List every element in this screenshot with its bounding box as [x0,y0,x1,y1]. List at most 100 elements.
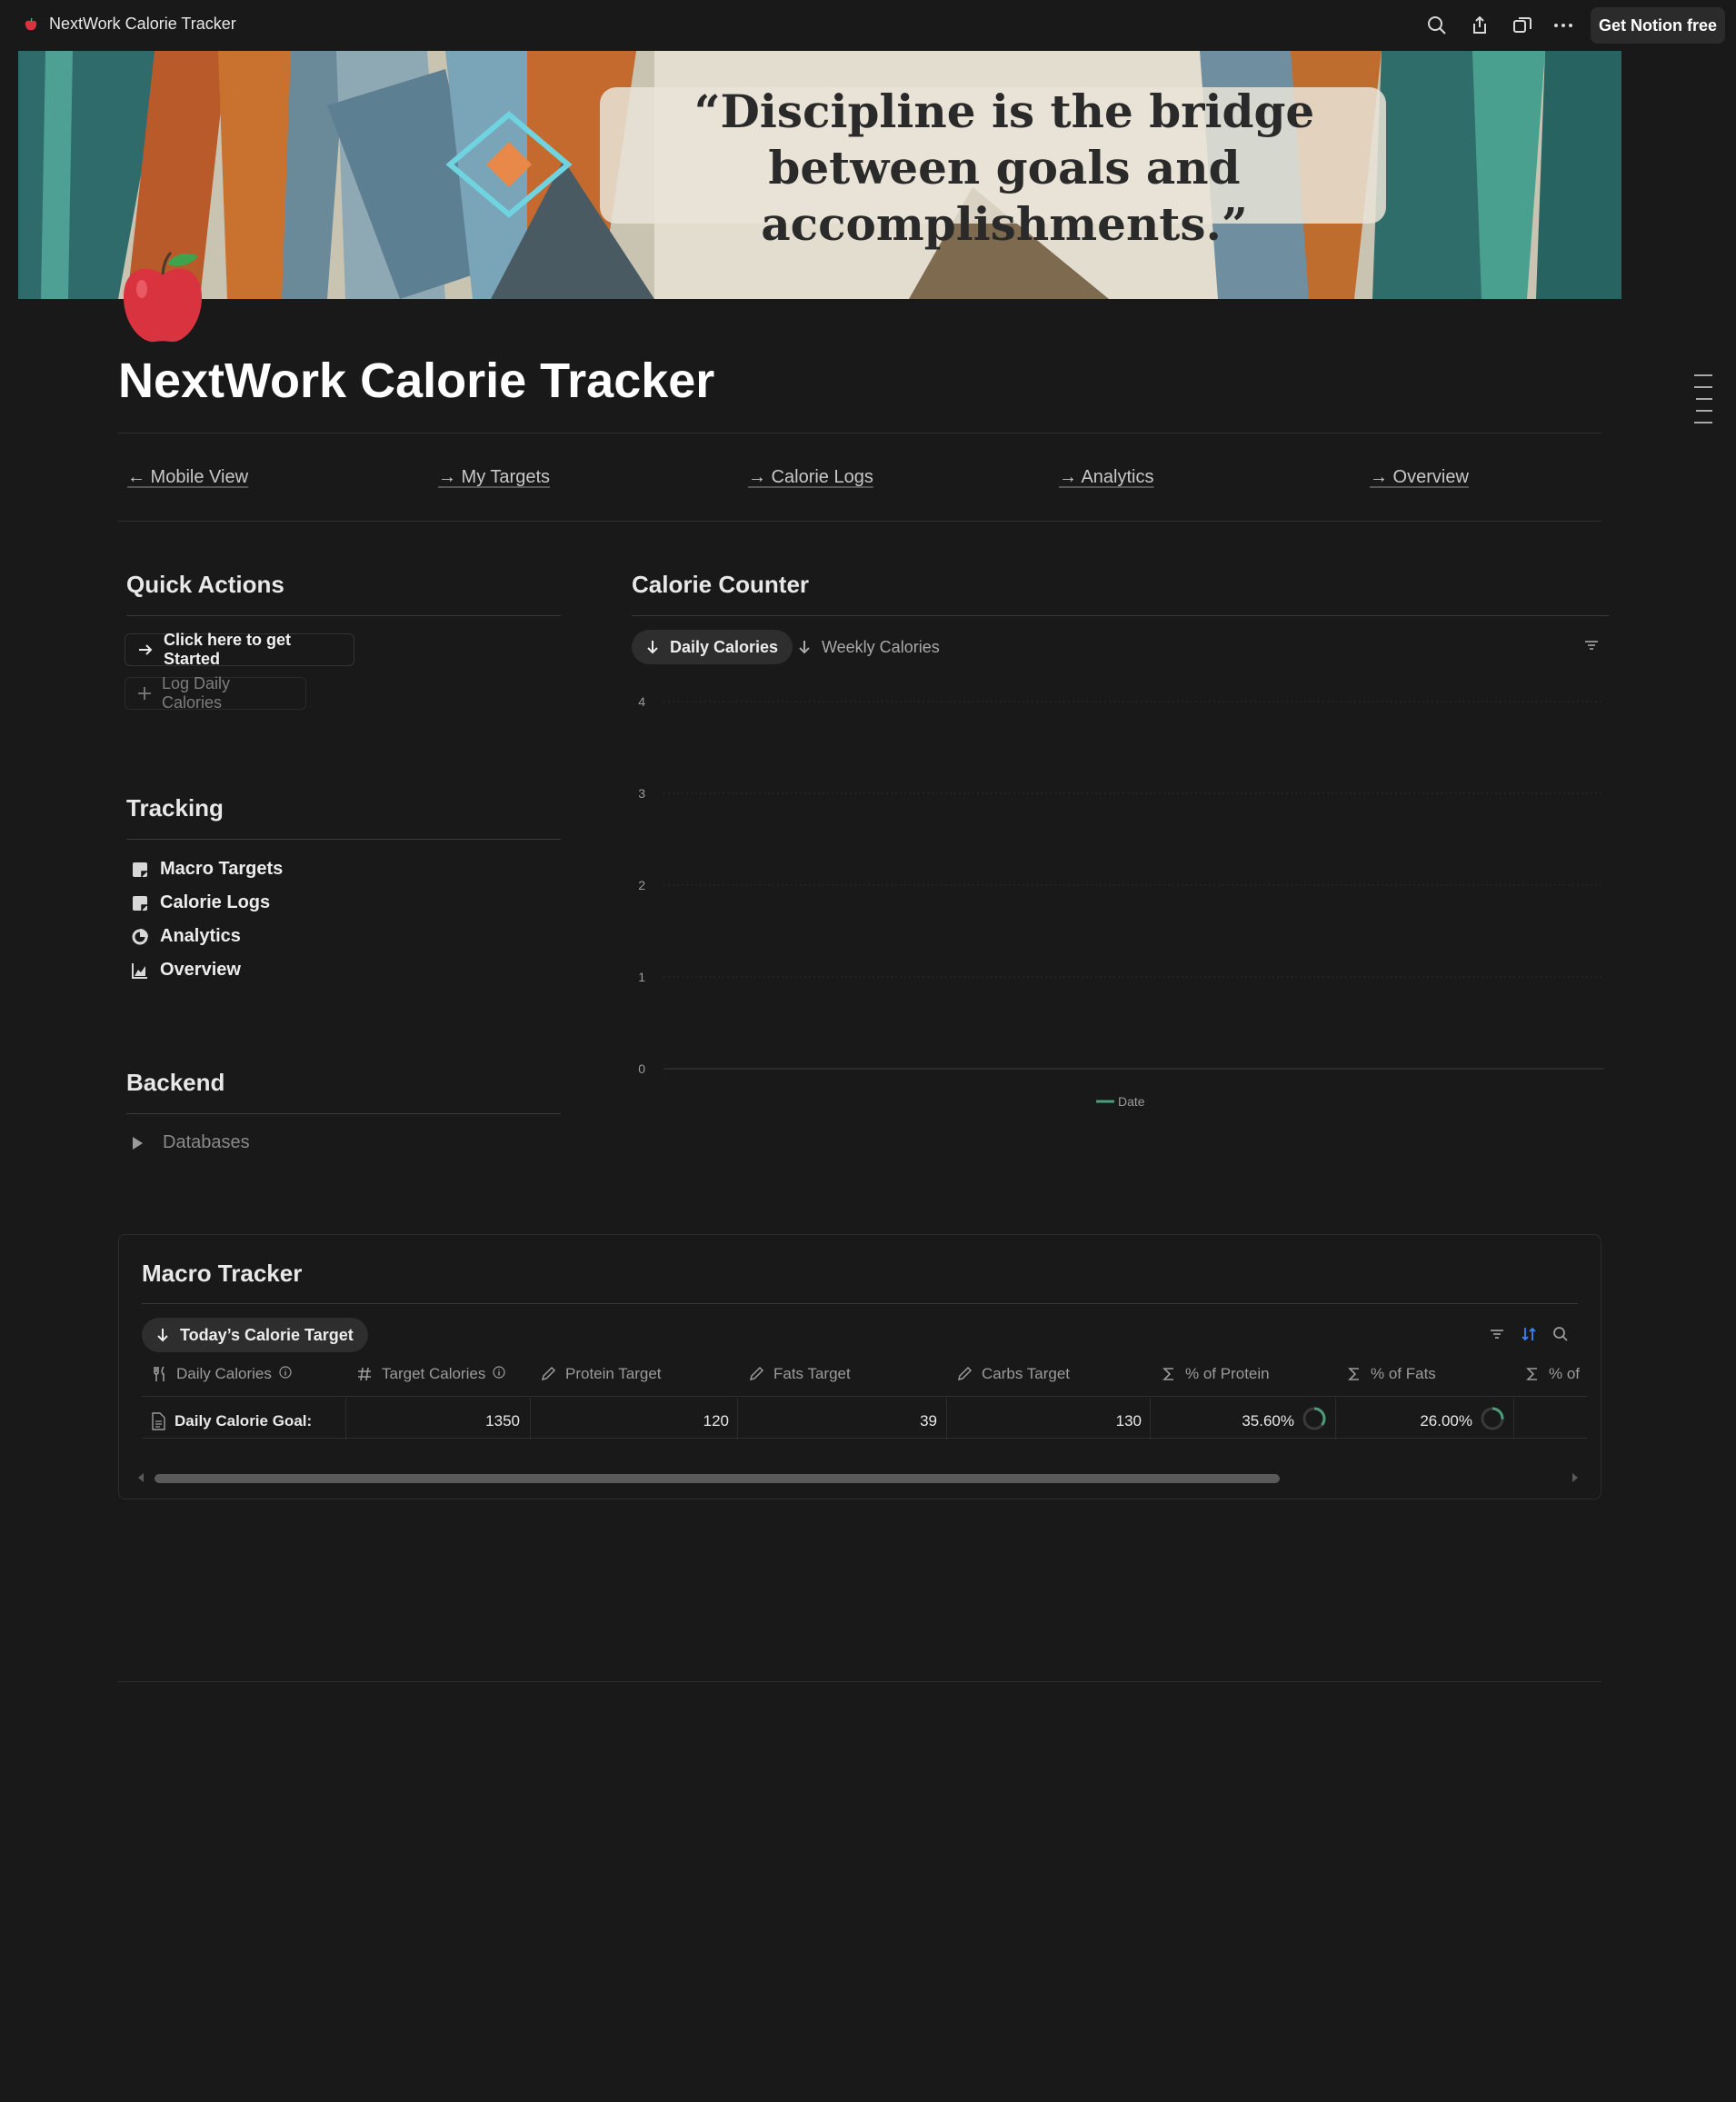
share-icon[interactable] [1467,13,1492,38]
sigma-icon [1525,1366,1540,1382]
tracking-item-analytics[interactable]: Analytics [131,926,241,947]
table-of-contents-indicator[interactable] [1694,374,1712,433]
nav-link-my-targets[interactable]: → My Targets [438,467,550,488]
y-tick-label: 4 [638,694,645,709]
horizontal-scrollbar[interactable] [155,1474,1280,1483]
info-icon[interactable] [279,1365,292,1383]
pie-chart-icon [131,928,149,946]
column-header-daily-calories[interactable]: Daily Calories [153,1365,292,1383]
get-started-label: Click here to get Started [164,631,292,668]
red-apple-icon[interactable] [120,247,205,345]
backend-heading: Backend [126,1069,225,1096]
protein-target-cell[interactable]: 120 [540,1405,729,1438]
column-header-label: Carbs Target [982,1365,1071,1382]
legend-label: Date [1118,1094,1145,1109]
cell-separator [345,1398,346,1440]
hash-icon [356,1366,373,1382]
target-calories-cell[interactable]: 1350 [356,1405,520,1438]
pencil-icon [540,1366,556,1382]
database-icon [131,894,149,912]
tracking-heading: Tracking [126,794,224,822]
calorie-line-chart: 0 1 2 3 4 Date [638,694,1604,1109]
arrow-down-icon [155,1327,171,1343]
search-icon[interactable] [1424,13,1450,38]
scroll-left-arrow-icon[interactable] [138,1473,144,1482]
get-notion-free-button[interactable]: Get Notion free [1591,7,1725,44]
duplicate-icon[interactable] [1510,13,1535,38]
column-header-label: Protein Target [565,1365,662,1382]
filter-icon[interactable] [1583,637,1600,658]
section-divider [126,1113,561,1114]
nav-link-mobile-view[interactable]: ← Mobile View [127,467,248,488]
pct-fats-cell[interactable]: 26.00% [1347,1405,1472,1438]
row-title-cell[interactable]: Daily Calorie Goal: [151,1405,312,1438]
cell-separator [737,1398,738,1440]
y-tick-label: 0 [638,1061,645,1076]
column-header-fats-target[interactable]: Fats Target [748,1365,851,1383]
databases-toggle[interactable]: Databases [133,1132,250,1153]
arrow-down-icon [644,639,661,655]
toc-line[interactable] [1696,410,1712,412]
tracking-item-overview[interactable]: Overview [131,960,241,981]
calorie-counter-heading: Calorie Counter [632,571,810,598]
scroll-right-arrow-icon[interactable] [1572,1473,1578,1482]
arrow-down-icon [796,639,813,655]
section-divider [126,615,561,616]
pencil-icon [956,1366,973,1382]
section-divider [126,839,561,840]
nav-link-calorie-logs[interactable]: → Calorie Logs [748,467,873,488]
tracking-item-label: Calorie Logs [160,892,271,912]
tracking-item-label: Macro Targets [160,859,284,879]
column-header-pct-fats[interactable]: % of Fats [1347,1365,1436,1383]
info-icon[interactable] [493,1365,505,1383]
column-header-target-calories[interactable]: Target Calories [356,1365,505,1383]
toc-line[interactable] [1694,374,1712,376]
section-divider [142,1303,1578,1304]
get-started-button[interactable]: Click here to get Started [125,631,354,668]
fats-target-cell[interactable]: 39 [748,1405,937,1438]
arrow-right-icon [136,641,155,659]
y-tick-label: 1 [638,970,645,984]
toc-line[interactable] [1696,398,1712,400]
log-daily-calories-label: Log Daily Calories [162,674,231,712]
column-header-carbs-target[interactable]: Carbs Target [956,1365,1070,1383]
nav-link-overview[interactable]: → Overview [1370,467,1469,488]
section-divider [632,615,1609,616]
apple-icon [24,17,38,32]
cell-separator [1335,1398,1336,1440]
toc-line[interactable] [1694,422,1712,423]
nav-link-analytics[interactable]: → Analytics [1059,467,1153,488]
quick-actions-heading: Quick Actions [126,571,284,598]
tab-label: Daily Calories [670,637,779,656]
top-bar: NextWork Calorie Tracker Get Notion free [0,0,1736,51]
cell-separator [1513,1398,1514,1440]
plus-icon [136,685,153,702]
page-title: NextWork Calorie Tracker [118,354,715,408]
y-tick-label: 3 [638,786,645,801]
column-header-pct-carbs[interactable]: % of [1525,1365,1580,1383]
toc-line[interactable] [1694,386,1712,388]
column-header-label: % of Protein [1185,1365,1270,1382]
filter-icon[interactable] [1489,1326,1505,1347]
more-icon[interactable] [1551,13,1576,38]
log-daily-calories-button[interactable]: Log Daily Calories [125,674,306,712]
column-header-protein-target[interactable]: Protein Target [540,1365,662,1383]
tab-daily-calories[interactable]: Daily Calories [632,630,793,664]
divider [118,521,1601,522]
pct-protein-cell[interactable]: 35.60% [1162,1405,1294,1438]
carbs-target-cell[interactable]: 130 [956,1405,1142,1438]
tracking-item-macro-targets[interactable]: Macro Targets [131,859,283,880]
column-header-label: % of Fats [1371,1365,1436,1382]
legend-item[interactable]: Date [1096,1094,1145,1109]
view-label: Today’s Calorie Target [180,1325,354,1344]
toggle-triangle-icon[interactable] [133,1136,143,1150]
tracking-item-calorie-logs[interactable]: Calorie Logs [131,892,270,913]
view-todays-calorie-target[interactable]: Today’s Calorie Target [142,1318,368,1352]
pct-protein-ring-icon [1302,1407,1326,1430]
tab-weekly-calories[interactable]: Weekly Calories [783,630,954,664]
macro-tracker-heading: Macro Tracker [142,1260,303,1287]
search-icon[interactable] [1551,1325,1570,1348]
sort-icon[interactable] [1520,1325,1538,1348]
column-header-pct-protein[interactable]: % of Protein [1162,1365,1270,1383]
cover-image: “Discipline is the bridge between goals … [18,51,1621,299]
